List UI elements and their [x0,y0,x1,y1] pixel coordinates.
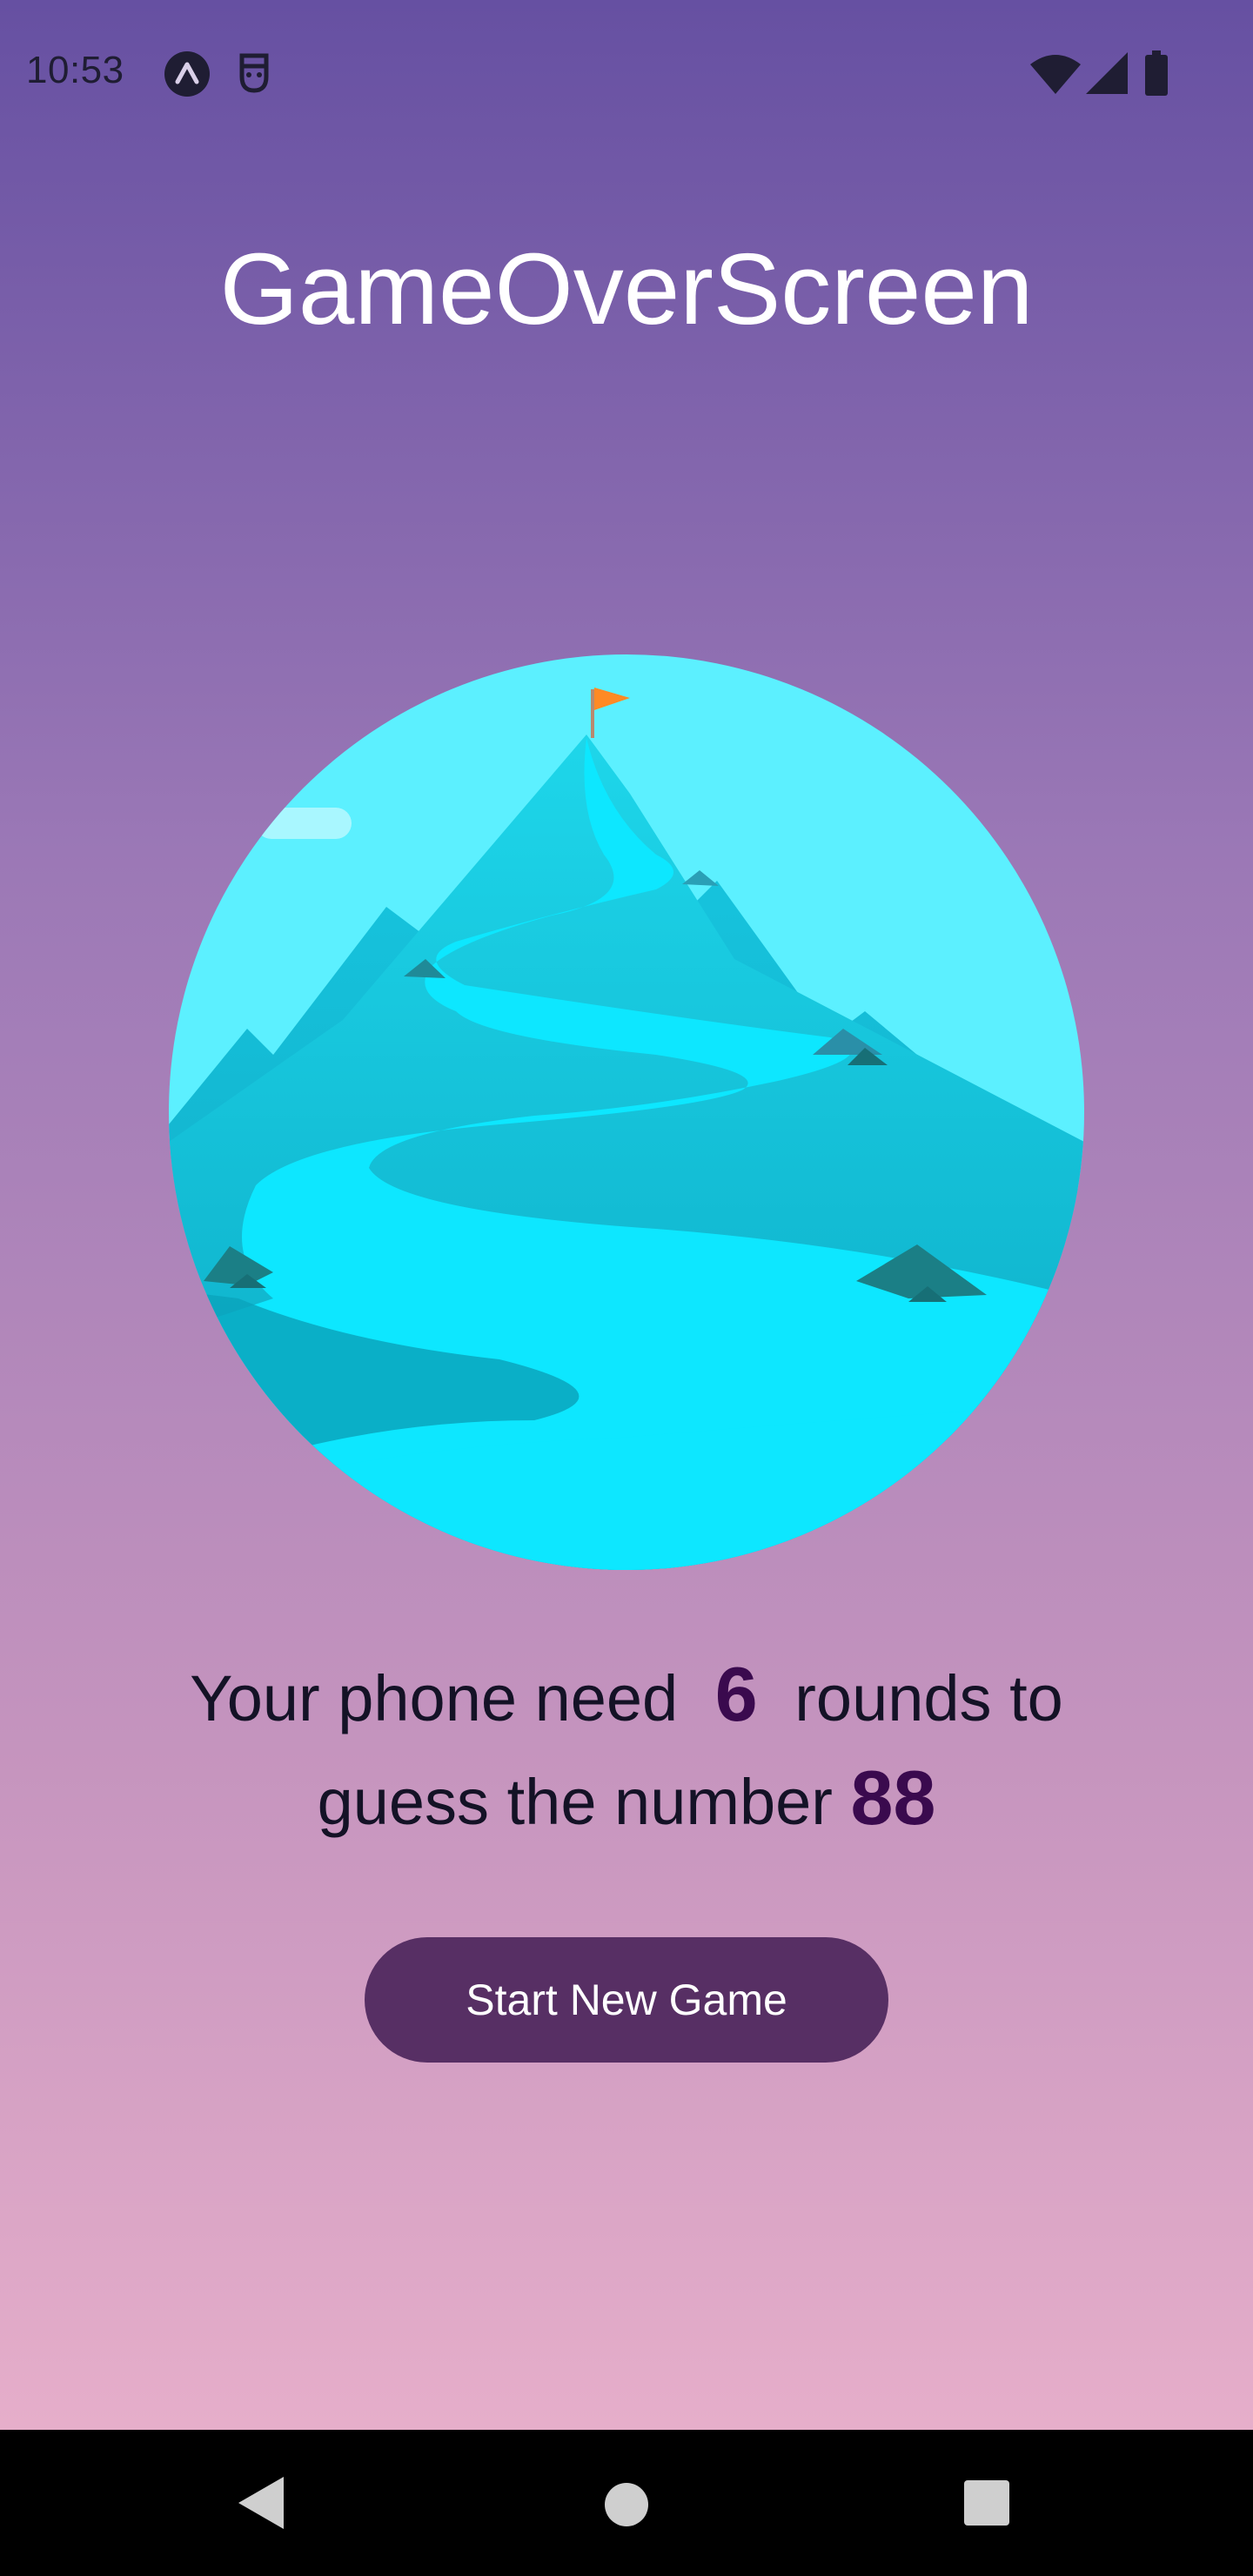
start-new-game-button[interactable]: Start New Game [365,1937,888,2063]
recents-icon[interactable] [964,2480,1009,2526]
home-icon[interactable] [604,2482,649,2527]
wifi-icon [1030,55,1081,94]
rounds-count: 6 [714,1651,758,1737]
game-summary-text: Your phone need 6 rounds to guess the nu… [104,1645,1149,1852]
navigation-bar [0,2430,1253,2576]
user-number: 88 [850,1754,936,1841]
page-title: GameOverScreen [219,232,1034,345]
debug-face-icon [239,53,269,93]
cellular-signal-icon [1086,52,1128,94]
status-bar: 10:53 [0,0,1253,148]
battery-icon [1145,50,1168,96]
game-over-screen: 10:53 GameOverScreen Your phone need 6 r… [0,0,1253,2430]
expo-app-icon [164,51,210,97]
summary-text-part1: Your phone need [190,1662,679,1734]
mountain-summit-illustration [169,654,1084,1570]
back-icon[interactable] [235,2475,287,2531]
status-time: 10:53 [26,49,124,91]
